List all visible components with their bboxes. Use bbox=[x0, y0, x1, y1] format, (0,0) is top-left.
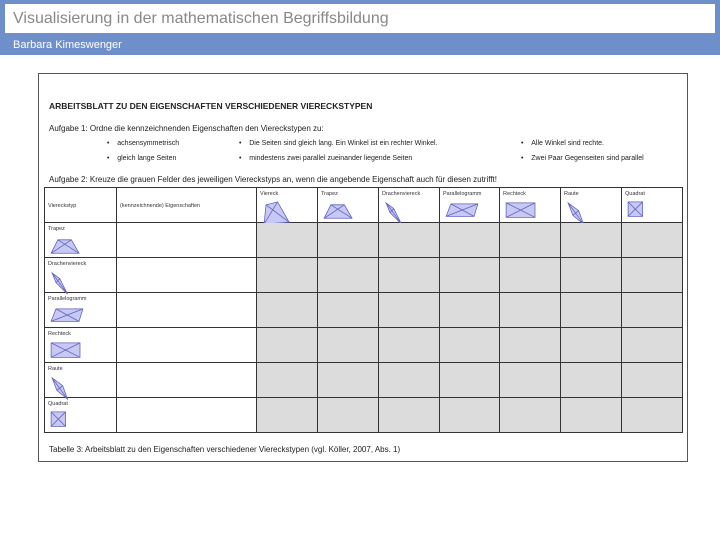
check-cell[interactable] bbox=[560, 362, 622, 398]
column-header: Viereckstyp bbox=[44, 187, 117, 223]
property-item: • Die Seiten sind gleich lang. Ein Winke… bbox=[239, 140, 438, 147]
property-item: • gleich lange Seiten bbox=[107, 155, 177, 162]
row-label-cell: Parallelogramm bbox=[44, 292, 117, 328]
check-cell[interactable] bbox=[560, 327, 622, 363]
check-cell[interactable] bbox=[621, 327, 683, 363]
column-header-parallelogramm: Parallelogramm bbox=[439, 187, 500, 223]
worksheet-heading: ARBEITSBLATT ZU DEN EIGENSCHAFTEN VERSCH… bbox=[49, 101, 373, 111]
row-label-cell: Trapez bbox=[44, 222, 117, 258]
check-cell[interactable] bbox=[439, 292, 500, 328]
row-label-cell: Rechteck bbox=[44, 327, 117, 363]
check-cell[interactable] bbox=[439, 257, 500, 293]
column-header-viereck: Viereck bbox=[256, 187, 318, 225]
check-cell[interactable] bbox=[256, 362, 318, 398]
table-row: Trapez bbox=[44, 222, 683, 258]
check-cell[interactable] bbox=[499, 327, 561, 363]
check-cell[interactable] bbox=[499, 292, 561, 328]
check-cell[interactable] bbox=[378, 327, 440, 363]
properties-cell[interactable] bbox=[116, 362, 257, 398]
check-cell[interactable] bbox=[621, 257, 683, 293]
check-cell[interactable] bbox=[621, 222, 683, 258]
header-row: Viereckstyp (kennzeichnende) Eigenschafte… bbox=[44, 187, 683, 226]
column-header-quadrat: Quadrat bbox=[621, 187, 683, 223]
column-header-raute: Raute bbox=[560, 187, 622, 226]
page-title: Visualisierung in der mathematischen Beg… bbox=[13, 10, 389, 27]
worksheet-document: ARBEITSBLATT ZU DEN EIGENSCHAFTEN VERSCH… bbox=[38, 73, 688, 462]
property-item: • achsensymmetrisch bbox=[107, 140, 180, 147]
check-cell[interactable] bbox=[499, 222, 561, 258]
properties-cell[interactable] bbox=[116, 257, 257, 293]
check-cell[interactable] bbox=[439, 362, 500, 398]
check-cell[interactable] bbox=[317, 257, 379, 293]
row-label-cell: Quadrat bbox=[44, 397, 117, 433]
property-item: • Zwei Paar Gegenseiten sind parallel bbox=[521, 155, 644, 162]
check-cell[interactable] bbox=[621, 397, 683, 433]
properties-cell[interactable] bbox=[116, 292, 257, 328]
check-cell[interactable] bbox=[256, 257, 318, 293]
properties-cell[interactable] bbox=[116, 397, 257, 433]
column-header: (kennzeichnende) Eigenschaften bbox=[116, 187, 257, 223]
row-label-cell: Drachenviereck bbox=[44, 257, 117, 295]
check-cell[interactable] bbox=[317, 362, 379, 398]
check-cell[interactable] bbox=[439, 327, 500, 363]
quadrat-shape-icon bbox=[50, 411, 66, 427]
check-cell[interactable] bbox=[317, 222, 379, 258]
author-name: Barbara Kimeswenger bbox=[13, 39, 122, 51]
task-2: Aufgabe 2: Kreuze die grauen Felder des … bbox=[49, 175, 497, 184]
task-1: Aufgabe 1: Ordne die kennzeichnenden Eig… bbox=[49, 124, 324, 133]
row-label-cell: Raute bbox=[44, 362, 117, 401]
check-cell[interactable] bbox=[560, 257, 622, 293]
check-cell[interactable] bbox=[256, 292, 318, 328]
check-cell[interactable] bbox=[499, 257, 561, 293]
check-cell[interactable] bbox=[499, 397, 561, 433]
column-header-drachenviereck: Drachenviereck bbox=[378, 187, 440, 225]
column-header-trapez: Trapez bbox=[317, 187, 379, 223]
check-cell[interactable] bbox=[378, 397, 440, 433]
table-row: Drachenviereck bbox=[44, 257, 683, 295]
table-row: Parallelogramm bbox=[44, 292, 683, 328]
check-cell[interactable] bbox=[256, 327, 318, 363]
check-cell[interactable] bbox=[317, 327, 379, 363]
check-cell[interactable] bbox=[439, 222, 500, 258]
check-cell[interactable] bbox=[439, 397, 500, 433]
table-row: Rechteck bbox=[44, 327, 683, 363]
check-cell[interactable] bbox=[499, 362, 561, 398]
check-cell[interactable] bbox=[378, 257, 440, 293]
check-cell[interactable] bbox=[256, 397, 318, 433]
column-header-rechteck: Rechteck bbox=[499, 187, 561, 223]
check-cell[interactable] bbox=[378, 222, 440, 258]
property-table: Viereckstyp (kennzeichnende) Eigenschafte… bbox=[44, 187, 683, 433]
property-item: • mindestens zwei parallel zueinander li… bbox=[239, 155, 413, 162]
table-row: Raute bbox=[44, 362, 683, 401]
check-cell[interactable] bbox=[621, 292, 683, 328]
check-cell[interactable] bbox=[317, 292, 379, 328]
properties-cell[interactable] bbox=[116, 327, 257, 363]
table-caption: Tabelle 3: Arbeitsblatt zu den Eigenscha… bbox=[49, 445, 401, 454]
property-item: • Alle Winkel sind rechte. bbox=[521, 140, 604, 147]
check-cell[interactable] bbox=[378, 362, 440, 398]
check-cell[interactable] bbox=[256, 222, 318, 258]
table-row: Quadrat bbox=[44, 397, 683, 433]
check-cell[interactable] bbox=[317, 397, 379, 433]
check-cell[interactable] bbox=[560, 397, 622, 433]
properties-cell[interactable] bbox=[116, 222, 257, 258]
check-cell[interactable] bbox=[560, 292, 622, 328]
check-cell[interactable] bbox=[621, 362, 683, 398]
check-cell[interactable] bbox=[560, 222, 622, 258]
check-cell[interactable] bbox=[378, 292, 440, 328]
